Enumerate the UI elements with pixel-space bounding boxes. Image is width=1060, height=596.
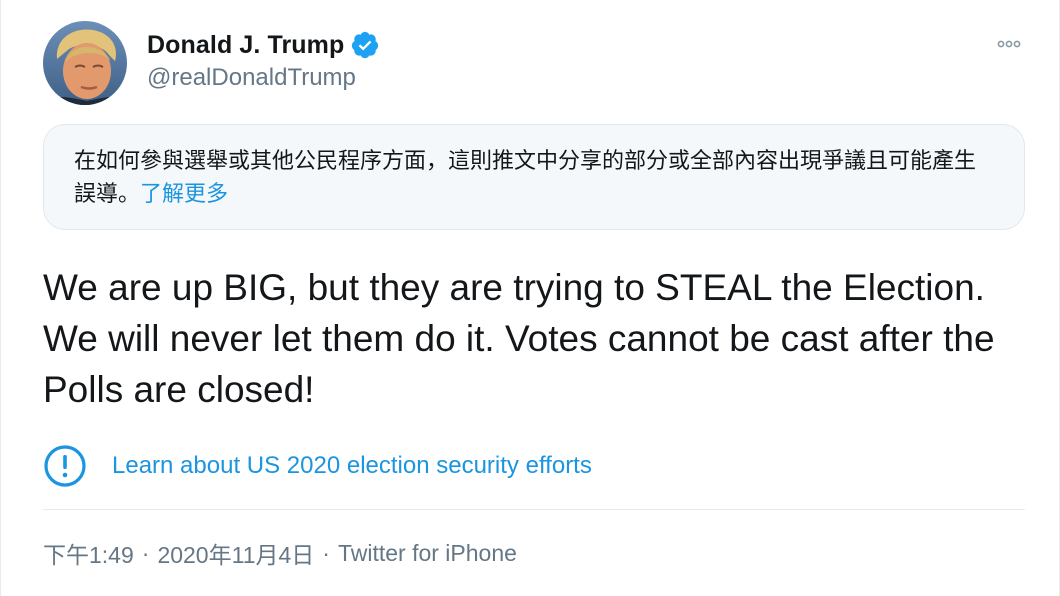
learn-more-link[interactable]: 了解更多 bbox=[140, 182, 228, 207]
tweet-date[interactable]: 2020年11月4日 bbox=[157, 536, 314, 570]
more-options-icon[interactable] bbox=[995, 30, 1023, 58]
tweet-card: Donald J. Trump @realDonaldTrump 在如何參與選舉… bbox=[0, 0, 1060, 596]
verified-badge-icon bbox=[350, 30, 380, 60]
misleading-content-notice: 在如何參與選舉或其他公民程序方面，這則推文中分享的部分或全部內容出現爭議且可能產… bbox=[43, 124, 1025, 230]
author-block: Donald J. Trump @realDonaldTrump bbox=[147, 28, 380, 92]
meta-separator: · bbox=[141, 539, 150, 566]
name-row: Donald J. Trump bbox=[147, 28, 380, 62]
divider bbox=[43, 509, 1025, 510]
election-security-link[interactable]: Learn about US 2020 election security ef… bbox=[112, 452, 592, 480]
election-label[interactable]: Learn about US 2020 election security ef… bbox=[43, 444, 592, 488]
meta-separator: · bbox=[322, 539, 330, 566]
tweet-meta: 下午1:49 · 2020年11月4日 · Twitter for iPhone bbox=[43, 536, 517, 570]
avatar[interactable] bbox=[43, 21, 127, 105]
author-name[interactable]: Donald J. Trump bbox=[147, 31, 344, 60]
tweet-source[interactable]: Twitter for iPhone bbox=[338, 540, 517, 567]
tweet-time[interactable]: 下午1:49 bbox=[43, 536, 134, 570]
tweet-text: We are up BIG, but they are trying to ST… bbox=[43, 267, 995, 410]
exclamation-circle-icon bbox=[43, 444, 87, 488]
profile-photo bbox=[43, 21, 127, 105]
author-handle[interactable]: @realDonaldTrump bbox=[147, 64, 380, 92]
